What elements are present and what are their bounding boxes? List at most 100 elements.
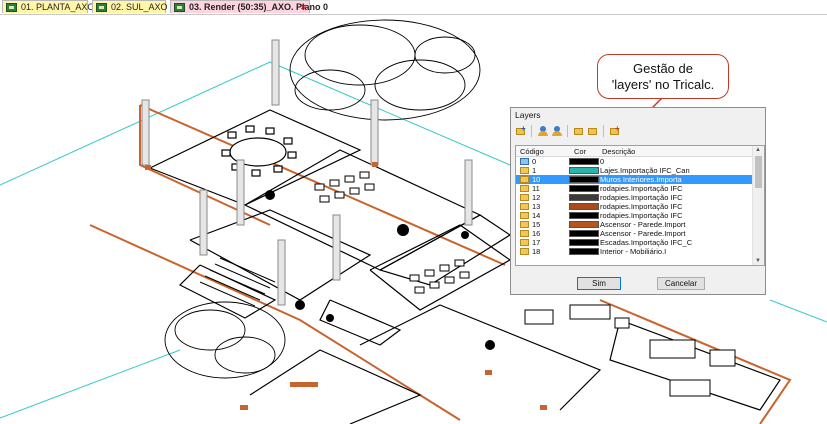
layer-color-swatch[interactable] [569, 176, 599, 183]
toolbar-separator [603, 125, 604, 137]
list-header: Código Cor Descrição [516, 146, 754, 157]
layer-code: 0 [532, 157, 537, 166]
scroll-thumb[interactable] [755, 156, 762, 188]
layer-description: Interior - Mobiliário.I [600, 247, 667, 256]
layer-description: Ascensor - Parede.Import [600, 229, 686, 238]
plus-icon: + [521, 124, 526, 133]
cancel-button[interactable]: Cancelar [657, 277, 705, 290]
folder-icon [520, 212, 529, 219]
layer-color-swatch[interactable] [569, 239, 599, 246]
user-body-icon [538, 131, 548, 136]
layer-color-swatch[interactable] [569, 167, 599, 174]
layer-row[interactable]: 18 Interior - Mobiliário.I [516, 247, 754, 256]
layer-row[interactable]: 10 Muros Interiores.Importa [516, 175, 754, 184]
layer-row[interactable]: 00 [516, 157, 754, 166]
new-layer-button[interactable]: + [515, 125, 527, 137]
scroll-down-icon[interactable]: ▼ [755, 258, 761, 264]
layer-color-swatch[interactable] [569, 212, 599, 219]
layer-row[interactable]: 12 rodapies.Importação IFC [516, 193, 754, 202]
document-tab-bar: 01. PLANTA_AXO 02. SUL_AXO 03. Render (5… [0, 0, 827, 15]
callout-line-1: Gestão de [633, 61, 693, 76]
vertical-scrollbar[interactable]: ▲ ▼ [752, 146, 764, 265]
layers-list[interactable]: Código Cor Descrição 0 0 1 Lajes.Importação… [515, 145, 765, 266]
folder-icon [520, 185, 529, 192]
layer-code: 13 [532, 202, 541, 211]
folder-icon [520, 221, 529, 228]
stair [199, 257, 276, 307]
callout-line-2: 'layers' no Tricalc. [611, 77, 715, 92]
folder-icon [588, 128, 597, 135]
folder-icon [520, 230, 529, 237]
layer-color-swatch[interactable] [569, 158, 599, 165]
column-header-code[interactable]: Código [520, 147, 544, 156]
layer-description: Muros Interiores.Importa [600, 175, 682, 184]
tab-label: 03. Render (50:35)_AXO. Plano 0 [189, 2, 329, 12]
close-tab-icon[interactable]: × [301, 1, 306, 14]
tab-label: 01. PLANTA_AXO [21, 2, 95, 12]
layer-color-swatch[interactable] [569, 185, 599, 192]
layer-color-swatch[interactable] [569, 221, 599, 228]
tab-label: 02. SUL_AXO [111, 2, 168, 12]
tab-sul-axo[interactable]: 02. SUL_AXO [92, 0, 168, 13]
layer-code: 14 [532, 211, 541, 220]
open-layer-button[interactable] [573, 125, 585, 137]
layer-code: 1 [532, 166, 537, 175]
layer-row[interactable]: 15 Ascensor - Parede.Import [516, 220, 754, 229]
folder-icon [520, 176, 529, 183]
layer-description: 0 [600, 157, 605, 166]
layer-code: 10 [532, 175, 541, 184]
tab-render-axo[interactable]: 03. Render (50:35)_AXO. Plano 0 × [170, 0, 328, 14]
layer-code: 17 [532, 238, 541, 247]
drawing-icon [96, 3, 107, 12]
drawing-icon [174, 3, 185, 12]
drawing-icon [6, 3, 17, 12]
layer-description: rodapies.Importação IFC [600, 211, 683, 220]
layer-row[interactable]: 11 rodapies.Importação IFC [516, 184, 754, 193]
layer-row[interactable]: 13 rodapies.Importação IFC [516, 202, 754, 211]
column-header-description[interactable]: Descrição [602, 147, 635, 156]
folder-icon [520, 248, 529, 255]
layer-code: 11 [532, 184, 540, 193]
layer-row[interactable]: 17 Escadas.Importação IFC_C [516, 238, 754, 247]
folder-icon [520, 239, 529, 246]
layer-description: Lajes.Importação IFC_Can [600, 166, 690, 175]
properties-icon: + [615, 124, 620, 133]
layer-description: Escadas.Importação IFC_C [600, 238, 693, 247]
folder-icon [520, 167, 529, 174]
column-header-color[interactable]: Cor [574, 147, 586, 156]
open-folder-icon [520, 158, 529, 165]
dialog-title: Layers [515, 110, 541, 120]
columns [141, 39, 473, 306]
layer-users-button[interactable] [551, 125, 563, 137]
layer-color-swatch[interactable] [569, 230, 599, 237]
toolbar-separator [531, 125, 532, 137]
layer-properties-button[interactable]: + [609, 125, 621, 137]
layer-description: rodapies.Importação IFC [600, 202, 683, 211]
layer-owner-button[interactable] [537, 125, 549, 137]
layer-color-swatch[interactable] [569, 248, 599, 255]
layer-description: rodapies.Importação IFC [600, 184, 683, 193]
layer-description: rodapies.Importação IFC [600, 193, 683, 202]
layer-row[interactable]: 14 rodapies.Importação IFC [516, 211, 754, 220]
scroll-up-icon[interactable]: ▲ [755, 147, 761, 153]
outdoor-furniture [524, 304, 736, 397]
folder-icon [520, 194, 529, 201]
tab-planta-axo[interactable]: 01. PLANTA_AXO [2, 0, 94, 13]
layer-code: 18 [532, 247, 541, 256]
toolbar-separator [567, 125, 568, 137]
user-body-icon [552, 131, 562, 136]
callout-bubble: Gestão de 'layers' no Tricalc. [597, 54, 729, 99]
folder-icon [520, 203, 529, 210]
layer-row[interactable]: 16 Ascensor - Parede.Import [516, 229, 754, 238]
layer-color-swatch[interactable] [569, 203, 599, 210]
close-layer-button[interactable] [587, 125, 599, 137]
layer-code: 16 [532, 229, 541, 238]
layer-code: 15 [532, 220, 541, 229]
layer-color-swatch[interactable] [569, 194, 599, 201]
layer-description: Ascensor - Parede.Import [600, 220, 686, 229]
ok-button[interactable]: Sim [577, 277, 621, 290]
layer-code: 12 [532, 193, 541, 202]
layers-dialog: Layers + + Código Cor Descrição 0 0 1 La… [510, 107, 766, 295]
layer-row[interactable]: 1 Lajes.Importação IFC_Can [516, 166, 754, 175]
folder-icon [574, 128, 583, 135]
